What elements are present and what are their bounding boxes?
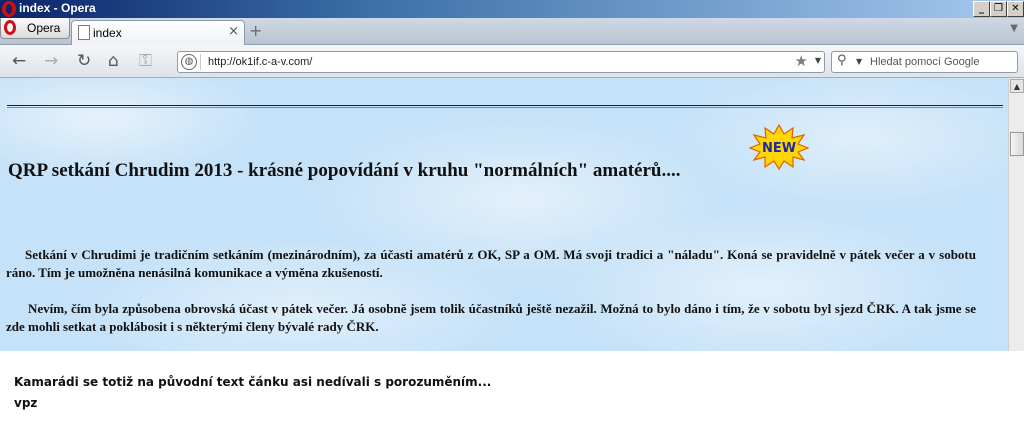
comment-signature: vpz xyxy=(14,396,38,410)
opera-logo-icon xyxy=(4,20,16,35)
minimize-button[interactable]: _ xyxy=(973,1,990,17)
paragraph-text: Setkání v Chrudimi je tradičním setkáním… xyxy=(6,247,976,280)
comment-block: Kamarádi se totiž na původní text čánku … xyxy=(14,372,491,414)
paragraph-text: Nevím, čím byla způsobena obrovská účast… xyxy=(6,301,976,334)
tab-close-icon[interactable]: × xyxy=(228,24,239,39)
title-bar: index - Opera _ ❐ ✕ xyxy=(0,0,1024,18)
article-paragraph: Nevím, čím byla způsobena obrovská účast… xyxy=(6,300,976,336)
home-icon[interactable]: ⌂ xyxy=(108,51,119,71)
window-title: index - Opera xyxy=(19,1,96,15)
search-icon: ⚲ xyxy=(837,53,847,68)
close-button[interactable]: ✕ xyxy=(1007,1,1024,17)
address-separator xyxy=(200,54,201,70)
opera-menu-label: Opera xyxy=(27,21,61,35)
vertical-scrollbar[interactable]: ▲ xyxy=(1008,78,1024,351)
horizontal-rule xyxy=(7,105,1003,108)
opera-logo-icon xyxy=(2,1,16,17)
reload-icon[interactable]: ↻ xyxy=(77,51,91,71)
tab-label: index xyxy=(93,26,122,40)
scroll-up-arrow-icon[interactable]: ▲ xyxy=(1010,79,1024,93)
search-engine-dropdown-icon[interactable]: ▼ xyxy=(856,57,862,66)
new-badge-label: NEW xyxy=(762,141,796,156)
search-box[interactable]: ⚲ ▼ xyxy=(831,51,1018,73)
opera-menu-button[interactable]: Opera xyxy=(0,18,70,39)
new-tab-icon[interactable]: + xyxy=(249,21,262,40)
address-input[interactable] xyxy=(208,54,768,69)
tab-strip: Opera index × + ▼ xyxy=(0,18,1024,45)
new-badge: NEW xyxy=(749,124,809,170)
article-paragraph: Setkání v Chrudimi je tradičním setkáním… xyxy=(6,246,976,282)
address-dropdown-icon[interactable]: ▼ xyxy=(815,56,821,65)
back-icon[interactable]: ← xyxy=(12,51,26,71)
scroll-thumb[interactable] xyxy=(1010,132,1024,156)
search-input[interactable] xyxy=(870,54,1010,69)
tab-index[interactable]: index × xyxy=(71,20,245,45)
article-headline: QRP setkání Chrudim 2013 - krásné popoví… xyxy=(8,160,681,181)
bookmark-star-icon[interactable]: ★ xyxy=(795,52,808,70)
forward-icon[interactable]: → xyxy=(44,51,58,71)
key-icon[interactable]: ⚿ xyxy=(139,51,152,71)
navigation-toolbar: ← → ↻ ⌂ ⚿ ◍ ★ ▼ ⚲ ▼ xyxy=(0,45,1024,78)
address-bar[interactable]: ◍ ★ ▼ xyxy=(177,51,825,73)
restore-button[interactable]: ❐ xyxy=(990,1,1007,17)
comment-line: Kamarádi se totiž na původní text čánku … xyxy=(14,375,492,389)
globe-icon: ◍ xyxy=(181,54,197,70)
web-page: NEW QRP setkání Chrudim 2013 - krásné po… xyxy=(0,78,1008,351)
tab-menu-chevron-icon[interactable]: ▼ xyxy=(1010,23,1018,34)
page-icon xyxy=(78,25,90,40)
